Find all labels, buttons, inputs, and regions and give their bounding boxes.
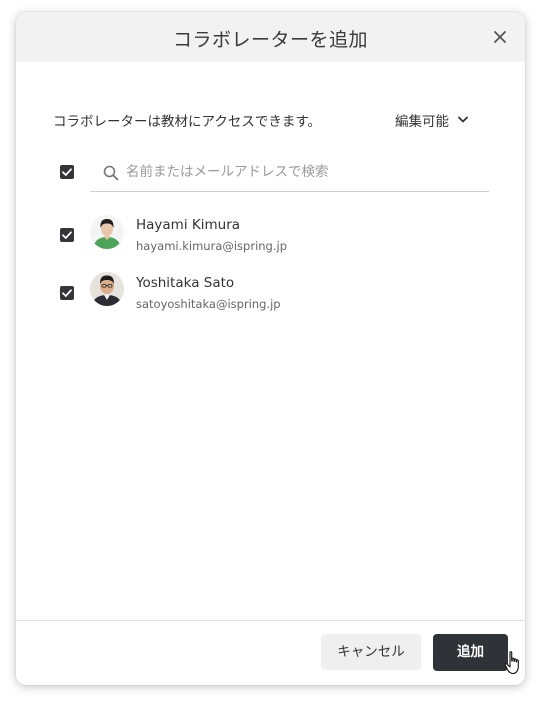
permission-dropdown[interactable]: 編集可能 (395, 110, 469, 130)
permission-label: 編集可能 (395, 114, 449, 130)
footer-divider (16, 620, 525, 621)
search-field (90, 155, 489, 192)
dialog-header: コラボレーターを追加 (16, 12, 525, 62)
user-email: hayami.kimura@ispring.jp (136, 239, 288, 253)
search-input[interactable] (126, 161, 476, 183)
user-name: Yoshitaka Sato (136, 275, 235, 291)
close-icon (494, 31, 506, 43)
dialog-description: コラボレーターは教材にアクセスできます。 (53, 114, 321, 130)
select-all-checkbox[interactable] (60, 165, 74, 179)
user-email: satoyoshitaka@ispring.jp (136, 297, 281, 311)
list-item: Hayami Kimura hayami.kimura@ispring.jp (16, 210, 525, 260)
list-item: Yoshitaka Sato satoyoshitaka@ispring.jp (16, 268, 525, 318)
checkmark-icon (62, 168, 72, 176)
chevron-down-icon (458, 116, 468, 123)
avatar (90, 272, 124, 306)
search-icon (103, 165, 119, 181)
add-collaborator-dialog: コラボレーターを追加 コラボレーターは教材にアクセスできます。 編集可能 名前ま… (16, 12, 525, 685)
user-checkbox[interactable] (60, 228, 74, 242)
checkmark-icon (62, 231, 72, 239)
user-checkbox[interactable] (60, 286, 74, 300)
close-button[interactable] (490, 27, 510, 47)
cancel-button[interactable]: キャンセル (321, 634, 421, 670)
checkmark-icon (62, 289, 72, 297)
add-button[interactable]: 追加 (433, 634, 508, 671)
avatar (90, 215, 124, 249)
user-name: Hayami Kimura (136, 217, 241, 233)
dialog-title: コラボレーターを追加 (172, 29, 368, 51)
